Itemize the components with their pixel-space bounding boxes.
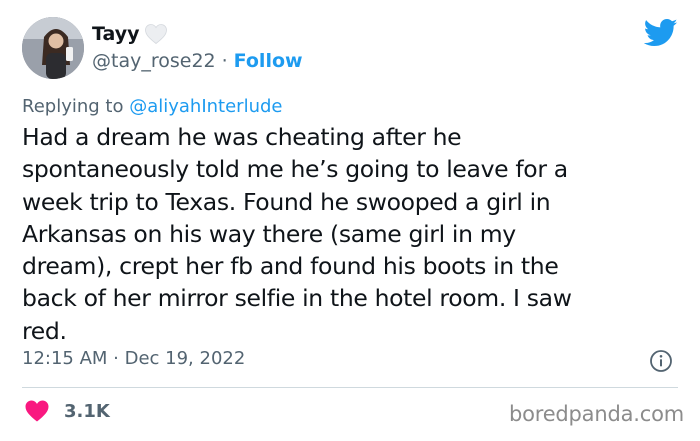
twitter-bird-icon[interactable] bbox=[644, 18, 678, 48]
tweet-text-line: back of her mirror selfie in the hotel r… bbox=[22, 284, 572, 313]
author-display-name[interactable]: Tayy bbox=[92, 23, 140, 45]
tweet-timestamp[interactable]: 12:15 AM · Dec 19, 2022 bbox=[22, 348, 245, 369]
author-handle[interactable]: @tay_rose22 bbox=[92, 50, 216, 72]
replying-to: Replying to @aliyahInterlude bbox=[22, 96, 282, 117]
divider bbox=[22, 387, 678, 388]
author-handle-row: @tay_rose22 · Follow bbox=[92, 50, 303, 72]
follow-button[interactable]: Follow bbox=[234, 50, 303, 72]
like-count: 3.1K bbox=[64, 400, 110, 422]
tweet-text-line: Had a dream he was cheating after he bbox=[22, 123, 462, 151]
avatar[interactable] bbox=[22, 17, 84, 79]
heart-icon bbox=[25, 400, 49, 422]
tweet-text-line: week trip to Texas. Found he swooped a g… bbox=[22, 187, 551, 216]
tweet-text: Had a dream he was cheating after he spo… bbox=[22, 121, 682, 347]
info-icon[interactable] bbox=[649, 349, 673, 373]
boredpanda-watermark: boredpanda.com bbox=[508, 402, 684, 426]
tweet-text-line: spontaneously told me he’s going to leav… bbox=[22, 155, 568, 184]
reply-handle-link[interactable]: @aliyahInterlude bbox=[129, 96, 282, 117]
white-heart-icon bbox=[144, 24, 167, 45]
like-button[interactable]: 3.1K bbox=[24, 399, 110, 423]
tweet-text-line: Arkansas on his way there (same girl in … bbox=[22, 219, 516, 248]
tweet-text-line: red. bbox=[22, 316, 67, 345]
replying-to-label: Replying to bbox=[22, 96, 130, 117]
author-name-row: Tayy bbox=[92, 21, 168, 47]
handle-separator: · bbox=[221, 50, 228, 72]
tweet-card: Tayy @tay_rose22 · Follow Replying to @a… bbox=[0, 0, 700, 441]
tweet-text-line: dream), crept her fb and found his boots… bbox=[22, 252, 559, 281]
